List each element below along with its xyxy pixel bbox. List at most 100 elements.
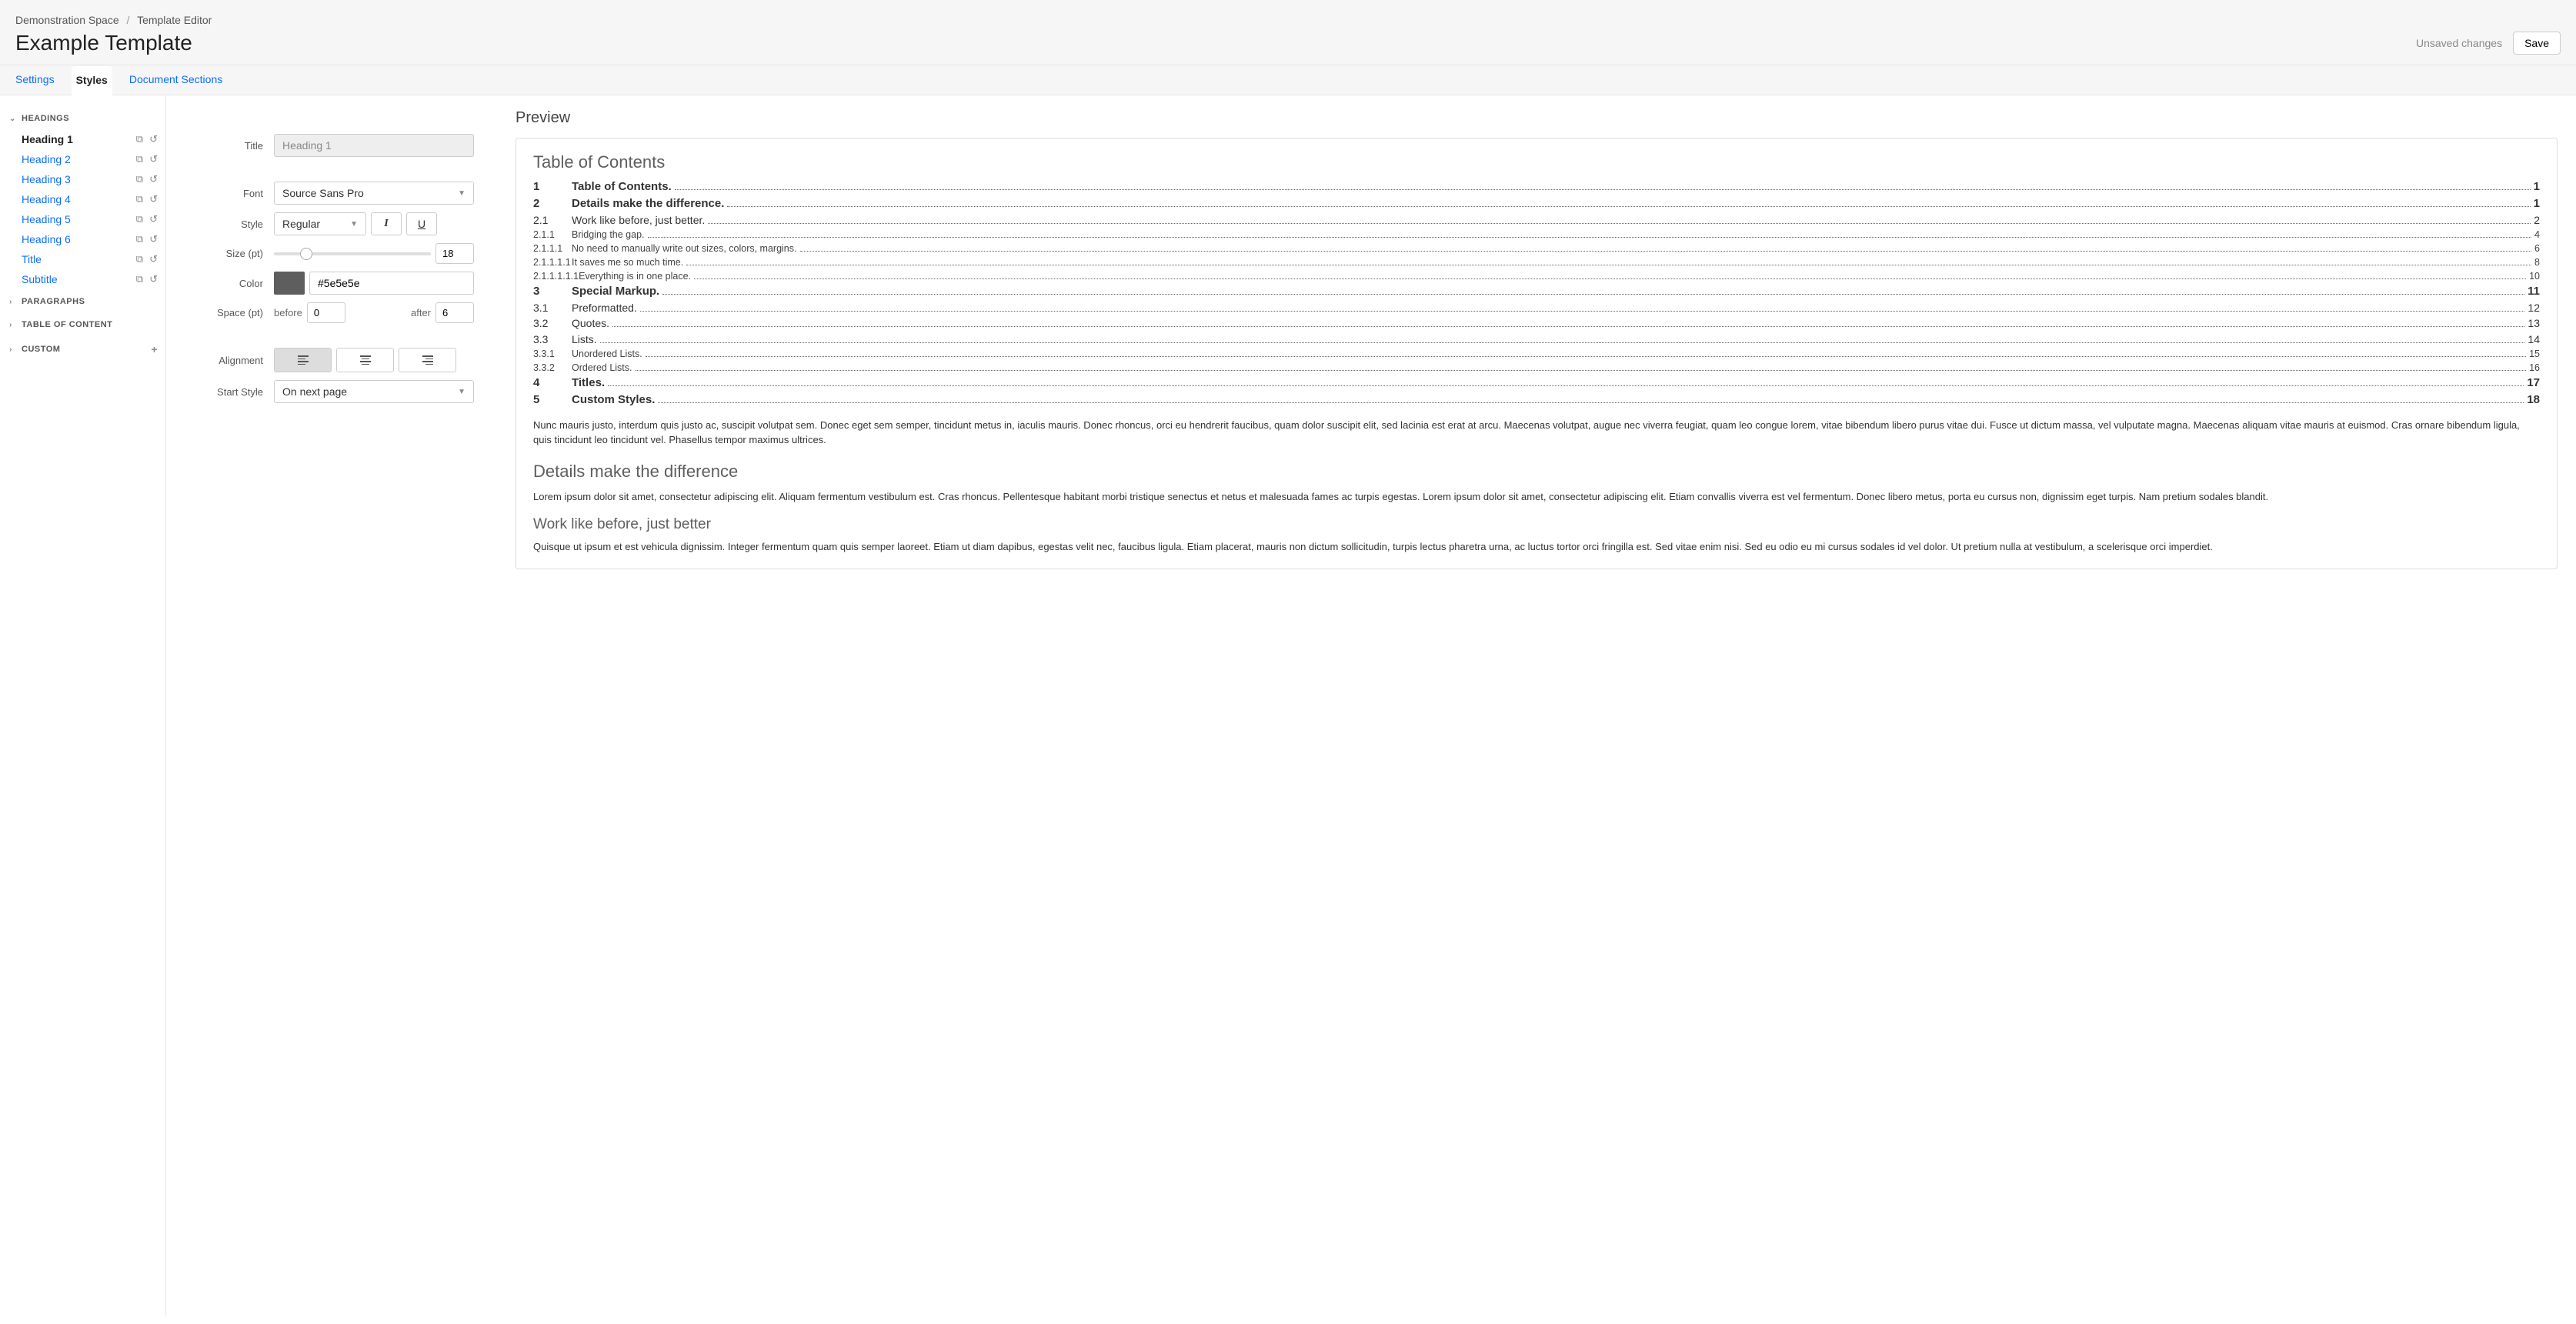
style-item: Title⧉ ↺ bbox=[8, 249, 158, 269]
form-area: Title Font Source Sans Pro ▼ Style Regul… bbox=[166, 95, 497, 1316]
copy-icon[interactable]: ⧉ bbox=[136, 273, 143, 285]
copy-icon[interactable]: ⧉ bbox=[136, 213, 143, 225]
reset-icon[interactable]: ↺ bbox=[149, 173, 158, 185]
style-item-icons: ⧉↺ bbox=[136, 153, 158, 165]
toc-row: 3.3Lists.14 bbox=[533, 332, 2540, 347]
save-button[interactable]: Save bbox=[2513, 32, 2561, 55]
toc-num: 2.1.1.1.1.1 bbox=[533, 269, 579, 283]
start-style-select[interactable]: On next page ▼ bbox=[274, 380, 474, 403]
toc-num: 3.3.2 bbox=[533, 361, 572, 375]
color-input[interactable] bbox=[309, 272, 474, 295]
preview-h2: Work like before, just better bbox=[533, 516, 2540, 533]
color-swatch[interactable] bbox=[274, 272, 305, 295]
align-left-icon bbox=[298, 355, 309, 365]
style-value: Regular bbox=[282, 218, 320, 230]
copy-icon[interactable]: ⧉ bbox=[136, 133, 143, 145]
toc-row: 3Special Markup.11 bbox=[533, 283, 2540, 300]
label-alignment: Alignment bbox=[174, 355, 274, 366]
underline-button[interactable]: U bbox=[406, 212, 437, 235]
tab-settings[interactable]: Settings bbox=[15, 65, 55, 95]
section-headings[interactable]: ⌄ HEADINGS bbox=[8, 106, 158, 129]
label-before: before bbox=[274, 307, 302, 318]
toc-row: 2.1Work like before, just better.2 bbox=[533, 212, 2540, 228]
toc-dots bbox=[612, 326, 2524, 327]
style-link[interactable]: Heading 6 bbox=[22, 233, 136, 245]
toc-text: Details make the difference. bbox=[572, 195, 724, 212]
label-after: after bbox=[411, 307, 431, 318]
align-right-button[interactable] bbox=[399, 348, 456, 372]
toc-text: Lists. bbox=[572, 332, 597, 347]
align-left-button[interactable] bbox=[274, 348, 332, 372]
toc-page: 18 bbox=[2527, 392, 2540, 409]
preview-h1: Details make the difference bbox=[533, 462, 2540, 482]
space-before-input[interactable] bbox=[307, 302, 345, 323]
reset-icon[interactable]: ↺ bbox=[149, 193, 158, 205]
section-custom[interactable]: › CUSTOM + bbox=[8, 335, 158, 362]
toc-text: Ordered Lists. bbox=[572, 361, 632, 375]
toc-dots bbox=[608, 385, 2524, 386]
label-space: Space (pt) bbox=[174, 307, 274, 318]
reset-icon[interactable]: ↺ bbox=[149, 133, 158, 145]
tab-styles[interactable]: Styles bbox=[72, 66, 112, 95]
copy-icon[interactable]: ⧉ bbox=[136, 233, 143, 245]
italic-button[interactable]: I bbox=[371, 212, 402, 235]
toc-text: Custom Styles. bbox=[572, 392, 655, 409]
style-link[interactable]: Heading 2 bbox=[22, 153, 136, 165]
sidebar: ⌄ HEADINGS Heading 1⧉↺Heading 2⧉↺Heading… bbox=[0, 95, 166, 1316]
toc-row: 3.2Quotes.13 bbox=[533, 315, 2540, 331]
style-link[interactable]: Heading 4 bbox=[22, 193, 136, 205]
toc-num: 2.1.1 bbox=[533, 228, 572, 242]
toc-dots bbox=[727, 206, 2530, 207]
toc-page: 4 bbox=[2534, 228, 2540, 242]
style-select[interactable]: Regular ▼ bbox=[274, 212, 366, 235]
copy-icon[interactable]: ⧉ bbox=[136, 173, 143, 185]
style-link[interactable]: Title bbox=[22, 253, 136, 265]
toc-row: 2.1.1.1No need to manually write out siz… bbox=[533, 242, 2540, 255]
style-item-icons: ⧉↺ bbox=[136, 273, 158, 285]
reset-icon[interactable]: ↺ bbox=[149, 213, 158, 225]
style-link[interactable]: Subtitle bbox=[22, 273, 136, 285]
toc-dots bbox=[600, 342, 2525, 343]
reset-icon[interactable]: ↺ bbox=[149, 273, 158, 285]
copy-icon[interactable]: ⧉ bbox=[136, 253, 143, 265]
toc-page: 1 bbox=[2534, 178, 2540, 195]
toc-row: 1Table of Contents.1 bbox=[533, 178, 2540, 195]
section-label: PARAGRAPHS bbox=[22, 297, 85, 306]
space-after-input[interactable] bbox=[435, 302, 474, 323]
breadcrumb-space[interactable]: Demonstration Space bbox=[15, 14, 119, 26]
chevron-right-icon: › bbox=[9, 321, 17, 329]
toc-dots bbox=[800, 251, 2532, 252]
toc-text: Table of Contents. bbox=[572, 178, 672, 195]
toc-dots bbox=[694, 278, 2526, 279]
style-link[interactable]: Heading 1 bbox=[22, 133, 136, 145]
page-title: Example Template bbox=[15, 31, 192, 55]
toc-text: Unordered Lists. bbox=[572, 347, 642, 361]
toc-num: 3.2 bbox=[533, 315, 572, 331]
style-link[interactable]: Heading 5 bbox=[22, 213, 136, 225]
breadcrumb-section[interactable]: Template Editor bbox=[137, 14, 212, 26]
plus-icon[interactable]: + bbox=[151, 343, 158, 355]
reset-icon[interactable]: ↺ bbox=[149, 233, 158, 245]
style-link[interactable]: Heading 3 bbox=[22, 173, 136, 185]
toc-page: 16 bbox=[2529, 361, 2540, 375]
preview-area: Preview Table of Contents 1Table of Cont… bbox=[497, 95, 2576, 1316]
reset-icon[interactable]: ↺ bbox=[149, 253, 158, 265]
style-item: Heading 5⧉ ↺ bbox=[8, 209, 158, 229]
font-select[interactable]: Source Sans Pro ▼ bbox=[274, 182, 474, 205]
toc-text: Bridging the gap. bbox=[572, 228, 645, 242]
reset-icon[interactable]: ↺ bbox=[149, 153, 158, 165]
tab-document-sections[interactable]: Document Sections bbox=[129, 65, 222, 95]
section-paragraphs[interactable]: › PARAGRAPHS bbox=[8, 289, 158, 312]
copy-icon[interactable]: ⧉ bbox=[136, 193, 143, 205]
start-style-value: On next page bbox=[282, 385, 347, 398]
toc-num: 3 bbox=[533, 283, 572, 300]
size-slider[interactable] bbox=[274, 252, 431, 255]
section-toc[interactable]: › TABLE OF CONTENT bbox=[8, 312, 158, 335]
toc-page: 6 bbox=[2534, 242, 2540, 255]
copy-icon[interactable]: ⧉ bbox=[136, 153, 143, 165]
align-center-button[interactable] bbox=[336, 348, 394, 372]
toc-page: 12 bbox=[2528, 300, 2540, 315]
toc-text: No need to manually write out sizes, col… bbox=[572, 242, 797, 255]
size-input[interactable] bbox=[435, 243, 474, 264]
toc-row: 2.1.1.1.1It saves me so much time.8 bbox=[533, 255, 2540, 269]
